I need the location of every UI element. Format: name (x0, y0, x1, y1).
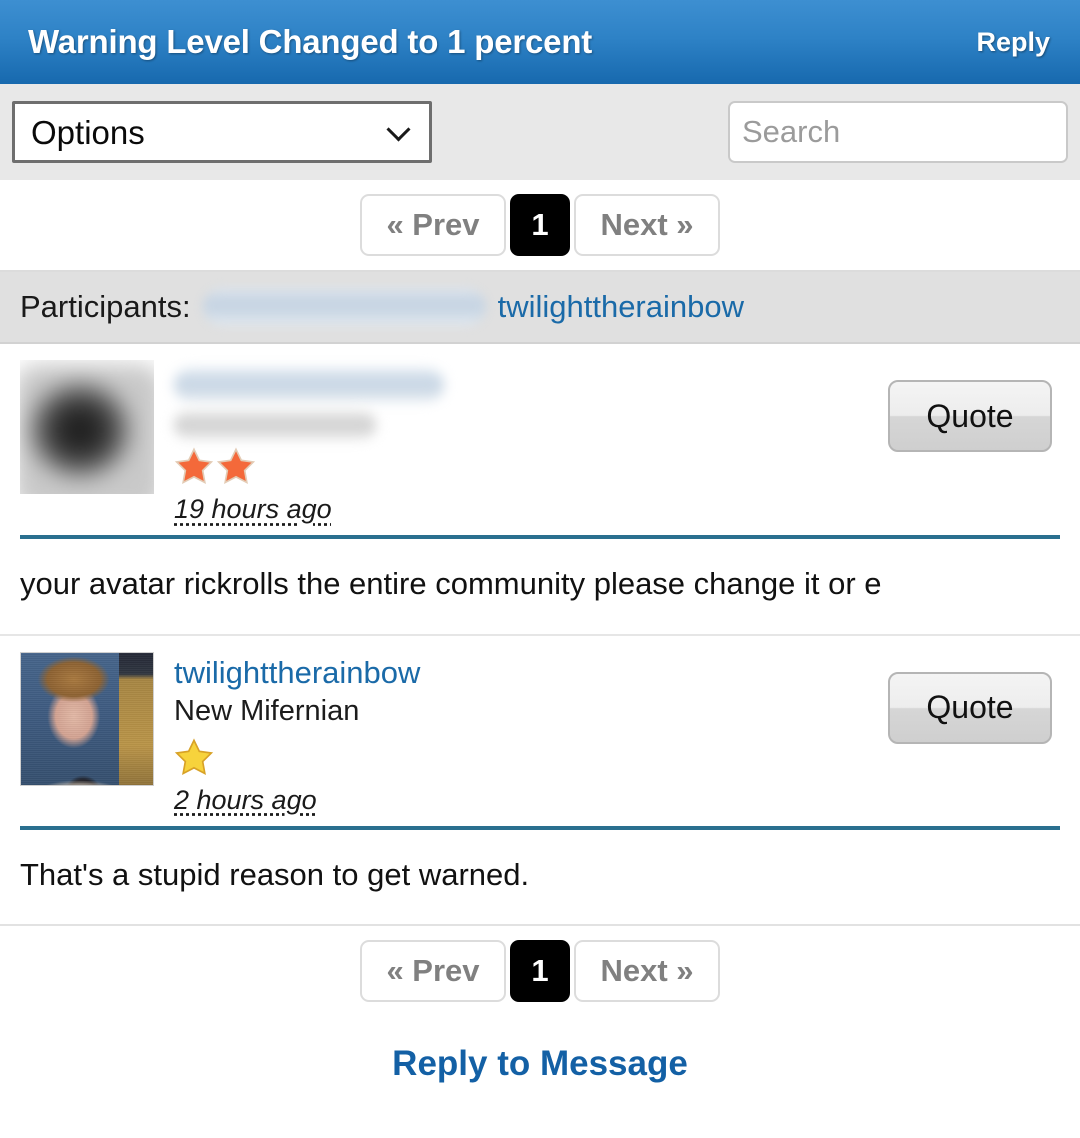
participants-bar: Participants: twilighttherainbow (0, 272, 1080, 344)
participant-redacted-name (202, 288, 486, 326)
prev-page-button[interactable]: « Prev (360, 940, 506, 1003)
post-timestamp[interactable]: 2 hours ago (174, 785, 317, 816)
next-page-button[interactable]: Next » (574, 940, 720, 1003)
header-reply-button[interactable]: Reply (976, 27, 1050, 58)
star-icon (174, 738, 214, 775)
pagination-top: « Prev 1 Next » (0, 180, 1080, 272)
participants-label: Participants: (20, 289, 191, 324)
participant-link-twilighttherainbow[interactable]: twilighttherainbow (498, 289, 744, 325)
quote-button[interactable]: Quote (888, 671, 1052, 744)
post-item: twilighttherainbow New Mifernian 2 hours… (0, 635, 1080, 925)
prev-page-button[interactable]: « Prev (360, 194, 506, 256)
post-item: 19 hours ago Quote your avatar rickrolls… (0, 344, 1080, 634)
page-title: Warning Level Changed to 1 percent (28, 23, 593, 60)
avatar[interactable] (20, 360, 154, 494)
toolbar: Options (0, 84, 1080, 180)
current-page-indicator[interactable]: 1 (510, 940, 570, 1003)
reply-to-message-link[interactable]: Reply to Message (392, 1044, 688, 1084)
reply-footer: Reply to Message (0, 1016, 1080, 1113)
post-rank-redacted (174, 410, 376, 440)
search-input[interactable] (730, 103, 1066, 161)
next-page-button[interactable]: Next » (574, 194, 720, 256)
pagination-bottom: « Prev 1 Next » (0, 924, 1080, 1017)
options-dropdown-label: Options (31, 113, 145, 151)
post-username-redacted[interactable] (174, 368, 444, 402)
post-timestamp[interactable]: 19 hours ago (174, 494, 332, 525)
post-body: That's a stupid reason to get warned. (20, 856, 530, 892)
app-header: Warning Level Changed to 1 percent Reply (0, 0, 1080, 84)
quote-button[interactable]: Quote (888, 380, 1052, 452)
post-header: twilighttherainbow New Mifernian 2 hours… (0, 636, 1080, 816)
post-body: your avatar rickrolls the entire communi… (20, 566, 882, 601)
post-username-link[interactable]: twilighttherainbow (174, 654, 420, 691)
avatar[interactable] (20, 651, 154, 786)
current-page-indicator[interactable]: 1 (510, 194, 570, 256)
forum-thread-page: Warning Level Changed to 1 percent Reply… (0, 0, 1080, 1138)
post-header: 19 hours ago Quote (0, 344, 1080, 525)
post-star-rating (174, 446, 1064, 486)
search-box[interactable] (728, 101, 1068, 163)
chevron-down-icon (386, 117, 411, 142)
options-dropdown[interactable]: Options (12, 101, 432, 163)
star-icon (174, 447, 214, 485)
star-icon (216, 447, 256, 485)
